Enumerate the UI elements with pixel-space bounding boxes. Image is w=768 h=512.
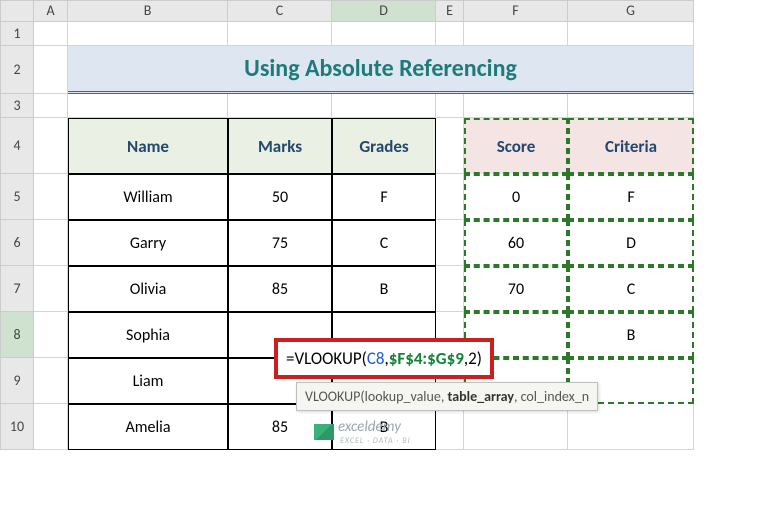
- cell-C1[interactable]: [228, 22, 332, 46]
- col-header-G[interactable]: G: [568, 0, 694, 22]
- row-header-10[interactable]: 10: [0, 404, 34, 450]
- cell-A1[interactable]: [34, 22, 68, 46]
- cell-A8[interactable]: [34, 312, 68, 358]
- cell-F7[interactable]: 70: [464, 266, 568, 312]
- row-header-1[interactable]: 1: [0, 22, 34, 46]
- cell-F3[interactable]: [464, 94, 568, 118]
- cell-B7[interactable]: Olivia: [68, 266, 228, 312]
- cell-E5[interactable]: [436, 174, 464, 220]
- cell-B6[interactable]: Garry: [68, 220, 228, 266]
- row-header-7[interactable]: 7: [0, 266, 34, 312]
- cell-G5[interactable]: F: [568, 174, 694, 220]
- cell-B5[interactable]: William: [68, 174, 228, 220]
- cell-G3[interactable]: [568, 94, 694, 118]
- cell-B8[interactable]: Sophia: [68, 312, 228, 358]
- cell-D4[interactable]: Grades: [332, 118, 436, 174]
- cell-D3[interactable]: [332, 94, 436, 118]
- cell-F4[interactable]: Score: [464, 118, 568, 174]
- row-header-6[interactable]: 6: [0, 220, 34, 266]
- row-header-9[interactable]: 9: [0, 358, 34, 404]
- formula-arg-col: 2: [468, 348, 477, 369]
- watermark-logo-icon: [314, 424, 334, 440]
- cell-D5[interactable]: F: [332, 174, 436, 220]
- cell-E3[interactable]: [436, 94, 464, 118]
- cell-C5[interactable]: 50: [228, 174, 332, 220]
- cell-C4[interactable]: Marks: [228, 118, 332, 174]
- cell-G7[interactable]: C: [568, 266, 694, 312]
- cell-A9[interactable]: [34, 358, 68, 404]
- column-headers: ABCDEFG: [0, 0, 694, 22]
- cell-C6[interactable]: 75: [228, 220, 332, 266]
- cell-B4[interactable]: Name: [68, 118, 228, 174]
- cell-B2[interactable]: Using Absolute Referencing: [68, 46, 694, 94]
- cell-F1[interactable]: [464, 22, 568, 46]
- cell-C7[interactable]: 85: [228, 266, 332, 312]
- cell-B9[interactable]: Liam: [68, 358, 228, 404]
- cell-F5[interactable]: 0: [464, 174, 568, 220]
- cell-D1[interactable]: [332, 22, 436, 46]
- cell-E6[interactable]: [436, 220, 464, 266]
- row-header-2[interactable]: 2: [0, 46, 34, 94]
- row-header-3[interactable]: 3: [0, 94, 34, 118]
- cell-A7[interactable]: [34, 266, 68, 312]
- select-all-corner[interactable]: [0, 0, 34, 22]
- cell-A10[interactable]: [34, 404, 68, 450]
- col-header-E[interactable]: E: [436, 0, 464, 22]
- formula-arg-lookup: C8: [367, 348, 385, 369]
- cell-E4[interactable]: [436, 118, 464, 174]
- formula-tooltip: VLOOKUP(lookup_value, table_array, col_i…: [296, 382, 598, 411]
- cell-G6[interactable]: D: [568, 220, 694, 266]
- col-header-F[interactable]: F: [464, 0, 568, 22]
- col-header-B[interactable]: B: [68, 0, 228, 22]
- formula-arg-range: $F$4:$G$9: [389, 348, 464, 369]
- col-header-C[interactable]: C: [228, 0, 332, 22]
- cell-A2[interactable]: [34, 46, 68, 94]
- cell-B1[interactable]: [68, 22, 228, 46]
- col-header-A[interactable]: A: [34, 0, 68, 22]
- cell-G1[interactable]: [568, 22, 694, 46]
- row-header-4[interactable]: 4: [0, 118, 34, 174]
- cell-D7[interactable]: B: [332, 266, 436, 312]
- cell-E1[interactable]: [436, 22, 464, 46]
- cell-D6[interactable]: C: [332, 220, 436, 266]
- cell-B3[interactable]: [68, 94, 228, 118]
- cell-A4[interactable]: [34, 118, 68, 174]
- col-header-D[interactable]: D: [332, 0, 436, 22]
- formula-edit-box[interactable]: =VLOOKUP(C8,$F$4:$G$9,2): [274, 338, 494, 379]
- cell-B10[interactable]: Amelia: [68, 404, 228, 450]
- row-header-8[interactable]: 8: [0, 312, 34, 358]
- cell-C3[interactable]: [228, 94, 332, 118]
- cell-A3[interactable]: [34, 94, 68, 118]
- cell-G8[interactable]: B: [568, 312, 694, 358]
- cell-E7[interactable]: [436, 266, 464, 312]
- formula-prefix: =VLOOKUP(: [286, 348, 367, 369]
- row-header-5[interactable]: 5: [0, 174, 34, 220]
- cell-F6[interactable]: 60: [464, 220, 568, 266]
- watermark: exceldemy EXCEL · DATA · BI: [314, 418, 411, 446]
- cell-G4[interactable]: Criteria: [568, 118, 694, 174]
- cell-A6[interactable]: [34, 220, 68, 266]
- cell-A5[interactable]: [34, 174, 68, 220]
